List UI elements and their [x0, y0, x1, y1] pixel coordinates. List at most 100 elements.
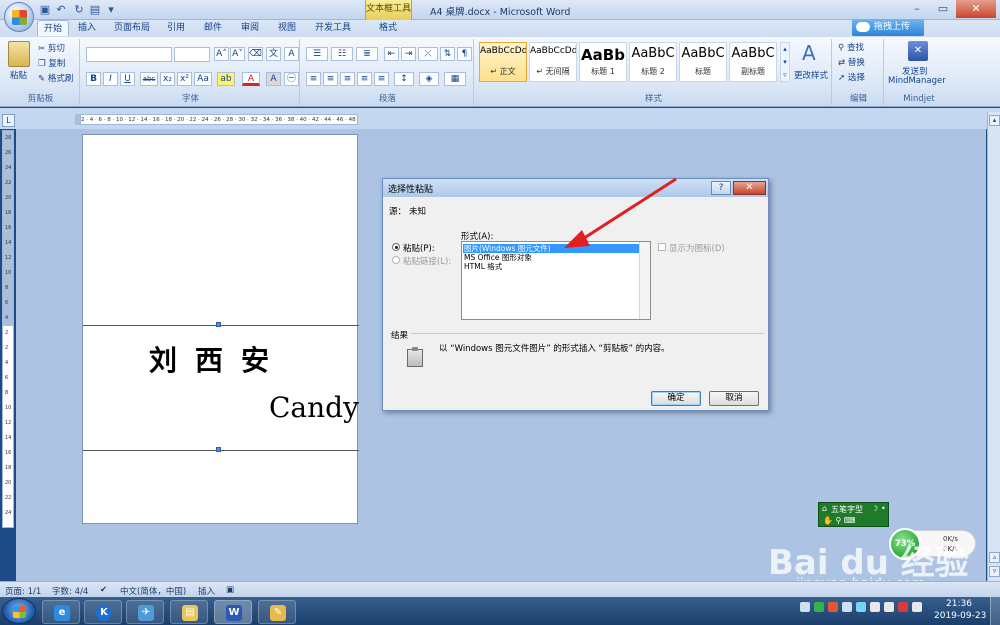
find-button[interactable]: ⚲ 查找 [838, 41, 864, 53]
office-button[interactable] [4, 2, 34, 32]
undo-icon[interactable]: ↶ [54, 3, 68, 17]
tray-icon[interactable] [814, 602, 824, 612]
align-left-icon[interactable]: ≡ [306, 72, 321, 86]
clock-date[interactable]: 2019-09-23 [934, 611, 986, 621]
ok-button[interactable]: 确定 [651, 391, 701, 406]
insert-mode[interactable]: 插入 [198, 585, 215, 597]
tab-view[interactable]: 视图 [272, 20, 302, 36]
char-border-icon[interactable]: A [284, 47, 299, 61]
scroll-up-icon[interactable]: ▴ [989, 115, 1000, 126]
bold-button[interactable]: B [86, 72, 101, 86]
network-icon[interactable] [870, 602, 880, 612]
cancel-button[interactable]: 取消 [709, 391, 759, 406]
clock-time[interactable]: 21:36 [946, 599, 972, 609]
close-button[interactable]: ✕ [956, 0, 996, 18]
taskbar-paint[interactable]: ✎ [258, 600, 296, 624]
shrink-font-button[interactable]: A˅ [230, 47, 245, 61]
taskbar-ie[interactable]: e [42, 600, 80, 624]
font-name-combo[interactable] [86, 47, 172, 62]
tray-icon[interactable] [856, 602, 866, 612]
align-center-icon[interactable]: ≡ [323, 72, 338, 86]
tab-review[interactable]: 审阅 [235, 20, 265, 36]
cut-button[interactable]: ✂ 剪切 [38, 42, 65, 54]
vertical-scrollbar[interactable]: ▴ ▵ ▿ [987, 112, 1000, 582]
name-text[interactable]: 刘西安 [149, 339, 287, 379]
style-title[interactable]: AaBbC 标题 [679, 42, 727, 82]
decrease-indent-icon[interactable]: ⇤ [384, 47, 399, 61]
page-count[interactable]: 页面: 1/1 [5, 585, 41, 597]
bullets-icon[interactable]: ☰ [306, 47, 328, 61]
strikethrough-button[interactable]: abc [140, 72, 158, 86]
dialog-help-button[interactable]: ? [711, 181, 731, 195]
style-no-spacing[interactable]: AaBbCcDd ↵ 无间隔 [529, 42, 577, 82]
tab-insert[interactable]: 插入 [72, 20, 102, 36]
tray-icon[interactable] [828, 602, 838, 612]
show-marks-icon[interactable]: ¶ [457, 47, 472, 61]
english-name-text[interactable]: Candy [269, 391, 359, 424]
replace-button[interactable]: ⇄ 替换 [838, 56, 865, 68]
tray-icon[interactable] [898, 602, 908, 612]
align-right-icon[interactable]: ≡ [340, 72, 355, 86]
change-case-button[interactable]: Aa [194, 72, 212, 86]
change-styles-button[interactable]: 更改样式 [794, 69, 828, 81]
send-to-line2[interactable]: MindManager [888, 76, 946, 86]
copy-button[interactable]: ❐ 复制 [38, 57, 65, 69]
textbox-handle[interactable] [216, 322, 221, 327]
tab-developer[interactable]: 开发工具 [309, 20, 357, 36]
mindmanager-icon[interactable]: ✕ [908, 41, 928, 61]
increase-indent-icon[interactable]: ⇥ [401, 47, 416, 61]
word-count[interactable]: 字数: 4/4 [52, 585, 88, 597]
minimize-button[interactable]: – [904, 0, 930, 18]
tab-home[interactable]: 开始 [37, 20, 70, 36]
char-shading-icon[interactable]: A [266, 72, 281, 86]
language-status[interactable]: 中文(简体，中国) [120, 585, 186, 597]
tab-references[interactable]: 引用 [161, 20, 191, 36]
line-spacing-icon[interactable]: ↕ [394, 72, 414, 86]
upload-button[interactable]: 拖拽上传 [852, 19, 924, 36]
sort-icon[interactable]: ⇅ [440, 47, 455, 61]
taskbar-explorer[interactable]: ▤ [170, 600, 208, 624]
chinese-layout-icon[interactable]: ⤬ [418, 47, 438, 61]
quick-access-more-icon[interactable]: ▾ [104, 3, 118, 17]
maximize-button[interactable]: ▭ [930, 0, 956, 18]
volume-icon[interactable] [884, 602, 894, 612]
taskbar-word[interactable]: W [214, 600, 252, 624]
taskbar-app-bird[interactable]: ✈ [126, 600, 164, 624]
redo-icon[interactable]: ↻ [72, 3, 86, 17]
justify-icon[interactable]: ≡ [357, 72, 372, 86]
italic-button[interactable]: I [103, 72, 118, 86]
format-option-html[interactable]: HTML 格式 [463, 262, 639, 271]
phonetic-icon[interactable]: 文 [266, 47, 281, 61]
save-icon[interactable]: ▣ [38, 3, 52, 17]
paste-radio[interactable] [392, 243, 400, 251]
paste-radio-label[interactable]: 粘贴(P): [403, 242, 435, 254]
tab-selector-icon[interactable]: L [2, 114, 15, 127]
style-normal[interactable]: AaBbCcDd ↵ 正文 [479, 42, 527, 82]
prev-page-icon[interactable]: ▵ [989, 552, 1000, 563]
font-size-combo[interactable] [174, 47, 210, 62]
shading-icon[interactable]: ◈ [419, 72, 439, 86]
paste-icon[interactable] [8, 41, 30, 67]
ime-moon-icon[interactable]: ☽ [871, 504, 878, 513]
highlight-button[interactable]: ab [217, 72, 235, 86]
font-color-button[interactable]: A [242, 72, 260, 86]
select-button[interactable]: ➚ 选择 [838, 71, 865, 83]
styles-scroll-icon[interactable]: ▴ ▾ ▿ [780, 42, 790, 82]
paste-button[interactable]: 粘贴 [10, 69, 27, 81]
tab-mailings[interactable]: 邮件 [198, 20, 228, 36]
borders-icon[interactable]: ▦ [444, 72, 466, 86]
tab-format[interactable]: 格式 [373, 20, 403, 36]
format-painter-button[interactable]: ✎ 格式刷 [38, 72, 73, 84]
taskbar-app-k[interactable]: K [84, 600, 122, 624]
ime-punct-icon[interactable]: • [881, 504, 886, 513]
print-icon[interactable]: ▤ [88, 3, 102, 17]
paste-link-radio[interactable] [392, 256, 400, 264]
start-button[interactable] [2, 598, 36, 624]
style-heading-1[interactable]: AaBb 标题 1 [579, 42, 627, 82]
document-page[interactable]: 刘西安 Candy [82, 134, 359, 524]
change-styles-icon[interactable]: A [802, 41, 816, 65]
style-heading-2[interactable]: AaBbC 标题 2 [629, 42, 677, 82]
dialog-close-button[interactable]: ✕ [733, 181, 766, 195]
paste-link-radio-label[interactable]: 粘贴链接(L): [403, 255, 451, 267]
tab-page-layout[interactable]: 页面布局 [108, 20, 156, 36]
